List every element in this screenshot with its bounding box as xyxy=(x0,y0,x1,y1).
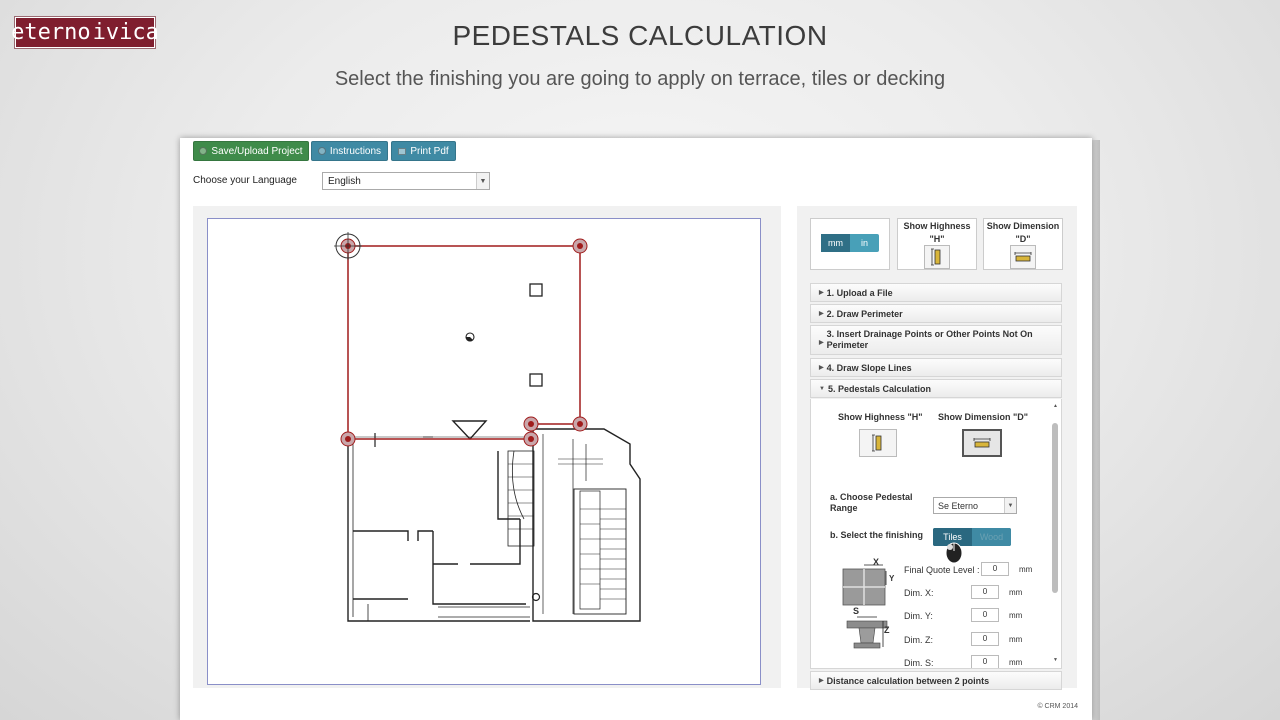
finishing-label: b. Select the finishing xyxy=(830,530,924,540)
dim-z-unit: mm xyxy=(1009,635,1023,644)
dim-z-input[interactable]: 0 xyxy=(971,632,999,646)
print-icon xyxy=(398,147,407,155)
app-window: Save/Upload Project Instructions Print P… xyxy=(180,138,1092,720)
accordion-slope-lines[interactable]: ▶ 4. Draw Slope Lines xyxy=(810,358,1062,377)
diagram-label-z: Z xyxy=(884,625,890,635)
accordion-label: Distance calculation between 2 points xyxy=(826,675,990,686)
save-upload-label: Save/Upload Project xyxy=(211,145,303,157)
chevron-right-icon: ▶ xyxy=(819,290,824,296)
final-quote-unit: mm xyxy=(1019,565,1033,574)
chevron-down-icon: ▼ xyxy=(1004,498,1016,513)
page-title: PEDESTALS CALCULATION xyxy=(452,20,828,51)
show-dimension-box: Show Dimension "D" xyxy=(983,218,1063,270)
accordion-label-line2: Perimeter xyxy=(826,340,869,350)
floor-plan-drawing xyxy=(334,232,641,622)
floor-plan-canvas[interactable] xyxy=(207,218,761,685)
panel-show-dimension-label: Show Dimension "D" xyxy=(938,412,1029,422)
final-quote-level-label: Final Quote Level : xyxy=(904,565,980,575)
instructions-button[interactable]: Instructions xyxy=(311,141,388,161)
accordion-label: 3. Insert Drainage Points or Other Point… xyxy=(827,329,1033,351)
scroll-down-icon[interactable]: ▼ xyxy=(1053,657,1058,663)
language-selected-value: English xyxy=(328,175,361,187)
final-quote-level-input[interactable]: 0 xyxy=(981,562,1009,576)
drawing-panel xyxy=(193,206,781,688)
show-dimension-button[interactable] xyxy=(1010,245,1036,269)
unit-mm-option[interactable]: mm xyxy=(821,234,850,252)
height-gauge-icon xyxy=(872,434,882,452)
print-pdf-label: Print Pdf xyxy=(410,145,449,157)
dim-y-label: Dim. Y: xyxy=(904,611,933,621)
panel-scrollbar[interactable]: ▲ ▼ xyxy=(1052,403,1060,663)
pedestals-calculation-panel: Show Highness "H" Show Dimension "D" a. … xyxy=(810,399,1062,669)
dim-y-input[interactable]: 0 xyxy=(971,608,999,622)
show-highness-box: Show Highness "H" xyxy=(897,218,977,270)
accordion-distance-calculation[interactable]: ▶ Distance calculation between 2 points xyxy=(810,671,1062,690)
pedestal-range-value: Se Eterno xyxy=(938,500,979,511)
chevron-down-icon: ▼ xyxy=(476,173,489,189)
show-dimension-label: Show Dimension xyxy=(986,221,1060,231)
page-subtitle: Select the finishing you are going to ap… xyxy=(334,68,946,90)
chevron-right-icon: ▶ xyxy=(819,365,824,371)
language-select[interactable]: English ▼ xyxy=(322,172,490,190)
dim-y-unit: mm xyxy=(1009,611,1023,620)
dim-x-label: Dim. X: xyxy=(904,588,934,598)
finishing-wood-option[interactable]: Wood xyxy=(972,528,1011,546)
dim-z-label: Dim. Z: xyxy=(904,635,933,645)
accordion-label: 5. Pedestals Calculation xyxy=(827,383,931,394)
accordion-upload-file[interactable]: ▶ 1. Upload a File xyxy=(810,283,1062,302)
instructions-label: Instructions xyxy=(329,145,382,157)
chevron-right-icon: ▶ xyxy=(819,678,824,684)
accordion-label: 2. Draw Perimeter xyxy=(826,308,903,319)
accordion-label: 4. Draw Slope Lines xyxy=(826,362,912,373)
panel-show-highness-label: Show Highness "H" xyxy=(838,412,923,422)
width-gauge-icon xyxy=(1014,252,1032,262)
save-upload-button[interactable]: Save/Upload Project xyxy=(193,141,309,161)
unit-toggle[interactable]: mm in xyxy=(821,234,879,252)
accordion-label-line1: 3. Insert Drainage Points or Other Point… xyxy=(826,329,1033,339)
chevron-right-icon: ▶ xyxy=(819,311,824,317)
accordion-draw-perimeter[interactable]: ▶ 2. Draw Perimeter xyxy=(810,304,1062,323)
dim-x-input[interactable]: 0 xyxy=(971,585,999,599)
diagram-label-s: S xyxy=(853,606,860,616)
diagram-label-y: Y xyxy=(889,574,895,583)
show-highness-button[interactable] xyxy=(924,245,950,269)
pedestal-range-label: a. Choose Pedestal Range xyxy=(830,492,913,514)
dim-s-input[interactable]: 0 xyxy=(971,655,999,668)
info-icon xyxy=(317,147,326,155)
panel-show-dimension-button[interactable] xyxy=(962,429,1002,457)
unit-in-option[interactable]: in xyxy=(850,234,879,252)
scroll-up-icon[interactable]: ▲ xyxy=(1053,403,1058,409)
accordion-label: 1. Upload a File xyxy=(826,287,893,298)
pedestal-range-label-line2: Range xyxy=(830,503,858,513)
scrollbar-thumb[interactable] xyxy=(1052,423,1058,593)
accordion-drainage-points[interactable]: ▶ 3. Insert Drainage Points or Other Poi… xyxy=(810,325,1062,355)
width-gauge-icon xyxy=(973,438,991,448)
show-highness-label: Show Highness xyxy=(903,221,971,231)
diagram-label-x: X xyxy=(873,557,880,567)
tools-panel: mm in Show Highness "H" Show Dimension "… xyxy=(797,206,1077,690)
height-gauge-icon xyxy=(931,248,941,266)
dim-x-unit: mm xyxy=(1009,588,1023,597)
dim-s-label: Dim. S: xyxy=(904,658,934,668)
dim-s-unit: mm xyxy=(1009,658,1023,667)
accordion-pedestals-calculation[interactable]: ▼ 5. Pedestals Calculation xyxy=(810,379,1062,398)
print-pdf-button[interactable]: Print Pdf xyxy=(391,141,456,161)
chevron-down-icon: ▼ xyxy=(819,385,825,392)
language-label: Choose your Language xyxy=(193,175,297,186)
pedestal-range-label-line1: a. Choose Pedestal xyxy=(830,492,913,502)
mouse-cursor-icon xyxy=(945,542,963,564)
window-edge xyxy=(1092,140,1100,720)
unit-selector-box: mm in xyxy=(810,218,890,270)
panel-show-highness-button[interactable] xyxy=(859,429,897,457)
chevron-right-icon: ▶ xyxy=(819,340,824,346)
pedestal-range-select[interactable]: Se Eterno ▼ xyxy=(933,497,1017,514)
copyright: © CRM 2014 xyxy=(1037,703,1078,710)
pedestal-dimension-diagram xyxy=(842,564,888,649)
save-icon xyxy=(199,147,208,155)
